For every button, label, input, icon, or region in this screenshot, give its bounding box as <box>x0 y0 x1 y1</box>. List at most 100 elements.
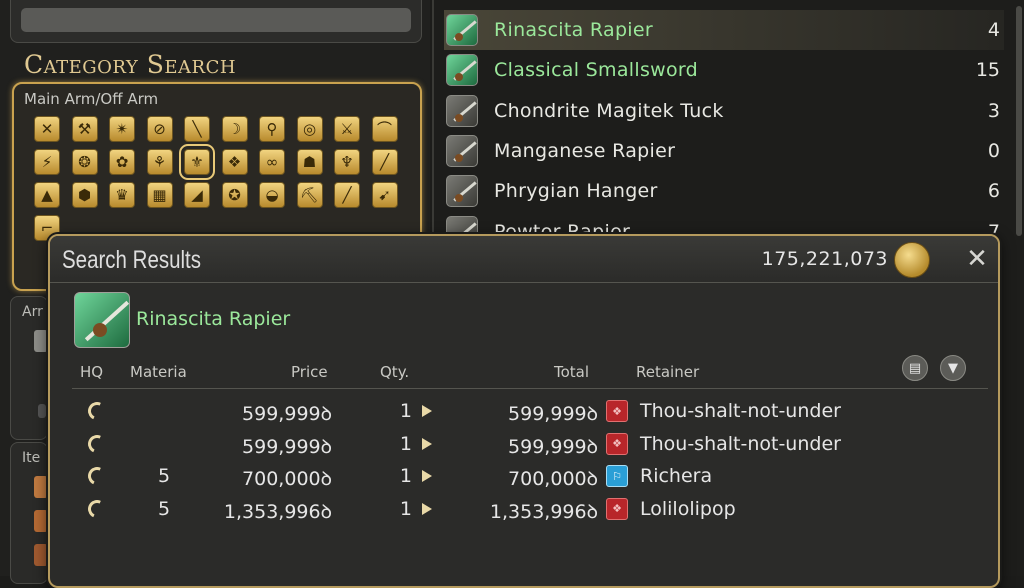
item-name: Manganese Rapier <box>494 139 676 162</box>
reaper-icon[interactable]: ☗ <box>296 149 323 175</box>
armor-arrow-icon[interactable] <box>38 404 46 418</box>
item-name: Rinascita Rapier <box>494 19 653 41</box>
blacksmith-icon[interactable]: ▲ <box>34 182 60 208</box>
hq-icon <box>85 399 109 423</box>
listing-price: 599,999ꝺ <box>242 435 332 458</box>
item-list-row[interactable]: Manganese Rapier 0 <box>444 131 1004 171</box>
listing-price: 1,353,996ꝺ <box>223 500 332 523</box>
machinist-icon[interactable]: ⌒ <box>371 116 398 142</box>
armor-section-label: Arr <box>22 304 43 320</box>
hq-icon <box>85 464 109 488</box>
listing-retainer: Thou-shalt-not-under <box>640 432 841 455</box>
item-list-row[interactable]: Rinascita Rapier 4 <box>444 10 1004 50</box>
archer-icon[interactable]: ⊘ <box>146 116 173 142</box>
header-divider <box>72 388 988 389</box>
item-list-scrollbar[interactable] <box>1016 6 1022 236</box>
red-mage-icon[interactable]: ⚘ <box>146 149 173 175</box>
armor-category-icon[interactable] <box>34 330 48 352</box>
leatherworker-icon[interactable]: ▦ <box>146 182 173 208</box>
armorer-icon[interactable]: ⬢ <box>71 182 98 208</box>
hq-icon <box>85 496 109 521</box>
search-field-frame <box>10 0 422 43</box>
retainer-city-icon: ⚐ <box>606 465 628 487</box>
column-header-retainer: Retainer <box>636 363 700 381</box>
dark-knight-icon[interactable]: ⚡ <box>34 149 60 175</box>
fisher-icon[interactable]: ➹ <box>371 182 398 208</box>
arcanist-icon[interactable]: ◎ <box>296 116 323 142</box>
astrologian-icon[interactable]: ❂ <box>71 149 98 175</box>
items-section-label: Ite <box>22 450 41 466</box>
listing-price: 599,999ꝺ <box>242 403 332 425</box>
items-category-icon-1[interactable] <box>34 476 48 498</box>
listing-qty: 1 <box>399 497 412 520</box>
buy-arrow-icon[interactable] <box>422 405 432 417</box>
item-listing-count: 6 <box>987 180 1000 203</box>
item-weapon-icon <box>446 94 478 127</box>
gil-coin-icon <box>894 242 930 278</box>
item-list-row[interactable]: Classical Smallsword 15 <box>444 50 1004 90</box>
history-button[interactable]: ▤ <box>902 355 928 381</box>
listing-row[interactable]: 5 700,000ꝺ 1 700,000ꝺ ⚐ Richera <box>50 461 998 491</box>
gunbreaker-icon[interactable]: ❖ <box>221 149 248 175</box>
item-list-row[interactable]: Chondrite Magitek Tuck 3 <box>444 91 1004 131</box>
miner-icon[interactable]: ⛏ <box>296 182 323 208</box>
retainer-city-icon: ❖ <box>606 400 628 422</box>
column-header-hq: HQ <box>80 363 104 381</box>
marauder-icon[interactable]: ✴ <box>109 116 135 142</box>
listing-retainer: Thou-shalt-not-under <box>640 400 841 422</box>
selected-item-name: Rinascita Rapier <box>136 308 291 330</box>
listing-total: 599,999ꝺ <box>508 403 598 425</box>
dancer-icon[interactable]: ∞ <box>259 149 285 175</box>
items-category-icon-2[interactable] <box>34 510 48 532</box>
thaumaturge-icon[interactable]: ☽ <box>221 116 248 142</box>
listing-qty: 1 <box>399 432 412 455</box>
rapier-icon[interactable]: ⚜ <box>179 144 215 180</box>
filter-button[interactable]: ▼ <box>940 355 966 381</box>
gladiator-icon[interactable]: ⚒ <box>71 116 98 142</box>
item-weapon-icon <box>446 175 478 208</box>
listing-retainer: Richera <box>640 465 713 487</box>
close-icon[interactable]: ✕ <box>962 244 992 274</box>
botanist-icon[interactable]: ╱ <box>334 182 360 208</box>
hq-icon <box>85 431 109 456</box>
item-weapon-icon <box>446 134 478 167</box>
rogue-icon[interactable]: ⚔ <box>334 116 360 142</box>
item-weapon-icon <box>446 54 478 87</box>
listing-total: 1,353,996ꝺ <box>489 500 598 523</box>
listing-materia: 5 <box>158 465 171 487</box>
selected-item-rapier-icon[interactable] <box>74 292 130 348</box>
buy-arrow-icon[interactable] <box>422 502 432 515</box>
listing-qty: 1 <box>399 400 412 422</box>
listing-row[interactable]: 5 1,353,996ꝺ 1 1,353,996ꝺ ❖ Lolilolipop <box>50 494 998 524</box>
column-header-price: Price <box>291 363 328 381</box>
search-input[interactable] <box>21 8 411 32</box>
alchemist-icon[interactable]: ✪ <box>221 182 248 208</box>
conjurer-icon[interactable]: ⚲ <box>259 116 285 142</box>
buy-arrow-icon[interactable] <box>422 437 432 450</box>
item-listing-count: 15 <box>975 59 1000 82</box>
search-results-header[interactable]: Search Results 175,221,073 ✕ <box>50 236 998 283</box>
goldsmith-icon[interactable]: ♛ <box>109 182 135 208</box>
listing-materia: 5 <box>158 497 171 520</box>
sage-icon[interactable]: ♆ <box>334 149 360 175</box>
samurai-icon[interactable]: ✿ <box>109 149 135 175</box>
listing-row[interactable]: 599,999ꝺ 1 599,999ꝺ ❖ Thou-shalt-not-under <box>50 396 998 426</box>
pugilist-icon[interactable]: ✕ <box>34 116 60 142</box>
column-header-total: Total <box>554 363 590 381</box>
item-listing-count: 3 <box>987 99 1000 122</box>
buy-arrow-icon[interactable] <box>422 470 432 482</box>
item-list-row[interactable]: Phrygian Hanger 6 <box>444 171 1004 211</box>
items-category-icon-3[interactable] <box>34 544 48 566</box>
listing-row[interactable]: 599,999ꝺ 1 599,999ꝺ ❖ Thou-shalt-not-under <box>50 429 998 459</box>
carpenter-icon[interactable]: ╱ <box>371 149 398 175</box>
column-header-materia: Materia <box>130 363 187 381</box>
culinarian-icon[interactable]: ◒ <box>259 182 285 208</box>
lancer-icon[interactable]: ╲ <box>184 116 210 142</box>
retainer-city-icon: ❖ <box>606 432 628 455</box>
weaver-icon[interactable]: ◢ <box>184 182 210 208</box>
listing-qty: 1 <box>399 465 412 487</box>
listing-price: 700,000ꝺ <box>242 468 332 490</box>
item-name: Phrygian Hanger <box>494 180 658 203</box>
gil-amount: 175,221,073 <box>761 248 888 270</box>
listing-retainer: Lolilolipop <box>640 497 736 520</box>
